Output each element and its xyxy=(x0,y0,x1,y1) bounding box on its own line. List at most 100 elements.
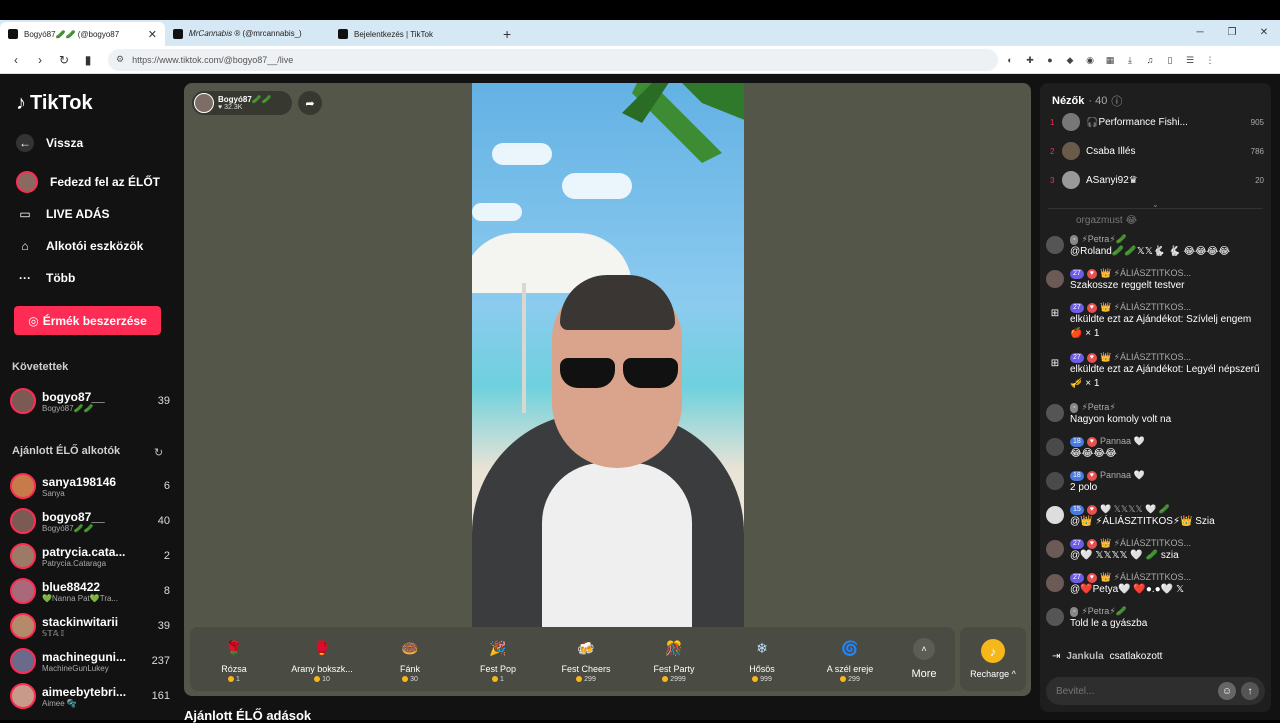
gift-item[interactable]: ❄ Hősös 999 xyxy=(718,627,806,691)
level-badge: 15 xyxy=(1070,504,1084,515)
avatar xyxy=(1062,171,1080,189)
tiktok-logo[interactable]: ♪ TikTok xyxy=(16,92,93,115)
recommended-account[interactable]: bogyo87__ Bogyó87🥒🥒 40 xyxy=(10,506,170,536)
chat-input[interactable] xyxy=(1056,685,1218,697)
account-sub: Bogyó87🥒🥒 xyxy=(42,523,94,533)
gift-item[interactable]: 🎉 Fest Pop 1 xyxy=(454,627,542,691)
extension-icon[interactable]: ▦ xyxy=(1102,54,1118,66)
chat-message[interactable]: 27 ♥ 👑 ⚡ÁLIÁSZTITKOS... @❤️Petya🤍 ❤️●.●🤍 𝕏 xyxy=(1046,572,1266,597)
refresh-icon[interactable]: ↻ xyxy=(154,446,163,459)
gift-item[interactable]: 🍩 Fánk 30 xyxy=(366,627,454,691)
live-video[interactable] xyxy=(472,83,744,635)
chat-message[interactable]: 18 ♥ Pannaa 🤍 😂😂😂😂 xyxy=(1046,436,1266,461)
chat-gift-message[interactable]: ⊞ 27 ♥ 👑 ⚡ÁLIÁSZTITKOS... elküldte ezt az … xyxy=(1046,302,1266,341)
extension-icon[interactable]: ♫ xyxy=(1142,54,1158,66)
home-icon: ⌂ xyxy=(21,239,29,253)
viewers-title: Nézők xyxy=(1052,95,1085,107)
nav-creator-tools[interactable]: ⌂ Alkotói eszközök xyxy=(16,237,143,255)
tab-close-icon[interactable]: ✕ xyxy=(148,28,157,41)
nav-live-broadcast[interactable]: ▭ LIVE ADÁS xyxy=(16,205,109,223)
extension-icon[interactable]: ⤓ xyxy=(1122,54,1138,66)
chat-gift-message[interactable]: ⊞ 27 ♥ 👑 ⚡ÁLIÁSZTITKOS... elküldte ezt az … xyxy=(1046,352,1266,391)
viewer-count: 40 xyxy=(157,515,170,527)
coin-icon xyxy=(662,676,669,682)
shirt xyxy=(542,463,692,635)
url-field[interactable]: ⚙ https://www.tiktok.com/@bogyo87__/live xyxy=(108,48,998,71)
chat-message[interactable]: ◦ ⚡Petra⚡🥒 @Roland🥒🥒𝕏𝕏🐇 🐇 😂😂😂😂 xyxy=(1046,234,1266,259)
chat-message[interactable]: 18 ♥ Pannaa 🤍 2 polo xyxy=(1046,470,1266,495)
host-info[interactable]: Bogyó87🥒🥒 ♥ 32.3K xyxy=(192,91,292,115)
nav-back[interactable]: ← Vissza xyxy=(16,134,83,152)
more-gifts-button[interactable]: ˄ More xyxy=(894,638,954,680)
tab-title: Bejelentkezés | TikTok xyxy=(354,29,434,39)
extension-icon[interactable]: ◆ xyxy=(1062,54,1078,66)
video-camera-icon: ▭ xyxy=(19,207,31,221)
extension-icon[interactable]: ☰ xyxy=(1182,54,1198,66)
recommended-account[interactable]: aimeebytebri... Aimee 🫧 161 xyxy=(10,681,170,711)
close-window-icon[interactable]: ✕ xyxy=(1248,20,1280,46)
send-icon[interactable]: ↑ xyxy=(1241,682,1259,700)
browser-tab-3[interactable]: Bejelentkezés | TikTok xyxy=(330,22,495,46)
browser-tab-2[interactable]: 𝑀𝑟𝐶𝑎𝑛𝑛𝑎𝑏𝑖𝑠 ® (@mrcannabis_) xyxy=(165,22,330,46)
avatar xyxy=(1046,506,1064,524)
back-icon[interactable]: ‹ xyxy=(6,53,26,67)
nav-more[interactable]: ··· Több xyxy=(16,269,75,287)
gift-item[interactable]: 🍻 Fest Cheers 299 xyxy=(542,627,630,691)
extension-icon[interactable]: ● xyxy=(1042,54,1058,66)
gift-item[interactable]: 🎊 Fest Party 2999 xyxy=(630,627,718,691)
viewer-rank: 1 xyxy=(1050,117,1055,127)
chat-text: Nagyon komoly volt na xyxy=(1070,414,1172,425)
minimize-icon[interactable]: ─ xyxy=(1184,20,1216,46)
gift-price: 999 xyxy=(760,675,772,683)
restore-icon[interactable]: ❐ xyxy=(1216,20,1248,46)
chat-message[interactable]: 27 ♥ 👑 ⚡ÁLIÁSZTITKOS... Szakossze reggelt … xyxy=(1046,268,1266,293)
viewer-count: 6 xyxy=(163,480,170,492)
gift-icon: ⊞ xyxy=(1050,307,1060,319)
recommended-account[interactable]: sanya198146 Sanya 6 xyxy=(10,471,170,501)
fan-badge: ♥ xyxy=(1086,302,1097,313)
top-viewer[interactable]: 2 Csaba Illés 786 xyxy=(1050,140,1264,162)
gift-item[interactable]: 🌀 A szél ereje 299 xyxy=(806,627,894,691)
extension-icon[interactable]: ◉ xyxy=(1082,54,1098,66)
recommended-account[interactable]: patrycia.cata... Patrycia.Cataraga 2 xyxy=(10,541,170,571)
coin-icon xyxy=(228,676,235,682)
site-info-icon[interactable]: ⚙ xyxy=(116,54,124,65)
top-viewer[interactable]: 3 ASanyi92♛ 20 xyxy=(1050,169,1264,191)
recharge-button[interactable]: ♪ Recharge ^ xyxy=(960,627,1026,691)
coin-icon xyxy=(752,676,759,682)
recommended-account[interactable]: stackinwitarii 𝕊𝕋𝔸 𝕀 39 xyxy=(10,611,170,641)
get-coins-button[interactable]: ◎ Érmék beszerzése xyxy=(14,306,161,335)
extension-icon[interactable]: ✚ xyxy=(1022,54,1038,66)
top-viewer[interactable]: 1 🎧Performance Fishi... 905 xyxy=(1050,111,1264,133)
menu-icon[interactable]: ⋮ xyxy=(1202,54,1218,66)
emoji-icon[interactable]: ☺ xyxy=(1218,682,1236,700)
account-sub: MachineGunLukey xyxy=(42,663,109,673)
extension-icon[interactable]: ◐ xyxy=(1002,54,1018,66)
browser-tab-1[interactable]: Bogyó87🥒🥒 (@bogyo87 ✕ xyxy=(0,22,165,46)
gift-item[interactable]: 🌹 Rózsa 1 xyxy=(190,627,278,691)
forward-icon[interactable]: › xyxy=(30,53,50,67)
host-likes: ♥ 32.3K xyxy=(218,104,243,111)
recommended-account[interactable]: machineguni... MachineGunLukey 237 xyxy=(10,646,170,676)
gift-bar: 🌹 Rózsa 1 🥊 Arany bokszk... 10 🍩 Fánk 30… xyxy=(190,627,955,691)
gift-name: Rózsa xyxy=(221,663,247,674)
tiktok-favicon-icon xyxy=(173,29,183,39)
bookmark-icon[interactable]: ▮ xyxy=(78,53,98,67)
chat-message[interactable]: ◦ ⚡Petra⚡🥒 Told le a gyászba xyxy=(1046,606,1266,631)
viewer-score: 20 xyxy=(1255,175,1264,185)
gift-item[interactable]: 🥊 Arany bokszk... 10 xyxy=(278,627,366,691)
coin-icon xyxy=(492,676,499,682)
new-tab-button[interactable]: + xyxy=(495,22,519,46)
recommended-account[interactable]: blue88422 💚Nanna Pat💚Tra... 8 xyxy=(10,576,170,606)
chat-message[interactable]: ◦ ⚡Petra⚡ Nagyon komoly volt na xyxy=(1046,402,1266,427)
nav-explore-live[interactable]: Fedezd fel az ÉLŐT xyxy=(16,171,160,193)
chat-message[interactable]: 15 ♥ 🤍 𝕏𝕏𝕏𝕏 🤍 🥒 @👑 ⚡ÁLIÁSZTITKOS⚡👑 Szia xyxy=(1046,504,1266,529)
chat-message[interactable]: 27 ♥ 👑 ⚡ÁLIÁSZTITKOS... @🤍 𝕏𝕏𝕏𝕏 🤍 🥒 szia xyxy=(1046,538,1266,563)
info-icon[interactable]: ⓘ xyxy=(1111,93,1122,109)
extension-icon[interactable]: ▯ xyxy=(1162,54,1178,66)
chat-user: 👑 ⚡ÁLIÁSZTITKOS... xyxy=(1099,268,1191,278)
level-badge: 27 xyxy=(1070,538,1084,549)
reload-icon[interactable]: ↻ xyxy=(54,53,74,67)
share-icon[interactable]: ➦ xyxy=(298,91,322,115)
following-account[interactable]: bogyo87__ Bogyó87🥒🥒 39 xyxy=(10,386,170,416)
